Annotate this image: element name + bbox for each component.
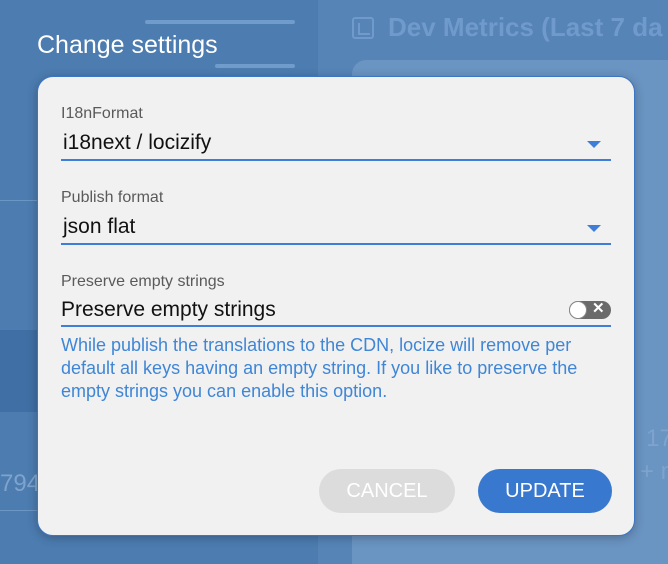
preserve-empty-toggle[interactable]: ✕ <box>569 300 611 319</box>
close-icon: ✕ <box>592 300 605 317</box>
i18n-format-field: I18nFormat i18next / locizify <box>61 105 611 161</box>
background-snippet: 17 <box>646 425 668 452</box>
settings-dialog: I18nFormat i18next / locizify Publish fo… <box>37 76 635 536</box>
preserve-empty-label: Preserve empty strings <box>61 273 225 290</box>
update-button[interactable]: UPDATE <box>478 469 612 513</box>
background-divider <box>145 20 295 24</box>
preserve-empty-helper-text: While publish the translations to the CD… <box>61 335 578 401</box>
toggle-knob <box>569 301 587 319</box>
background-divider <box>215 64 295 68</box>
publish-format-field: Publish format json flat <box>61 189 611 245</box>
cancel-button[interactable]: CANCEL <box>319 469 455 513</box>
dialog-title: Change settings <box>37 31 218 59</box>
publish-format-label: Publish format <box>61 189 164 206</box>
chart-icon <box>352 17 374 39</box>
publish-format-select[interactable]: json flat <box>61 213 611 245</box>
i18n-format-select[interactable]: i18next / locizify <box>61 129 611 161</box>
chevron-down-icon <box>587 225 601 232</box>
background-title-text: Dev Metrics (Last 7 da <box>388 12 663 42</box>
background-line <box>0 200 40 201</box>
publish-format-value: json flat <box>63 215 136 238</box>
background-title: Dev Metrics (Last 7 da <box>352 12 663 43</box>
i18n-format-value: i18next / locizify <box>63 131 212 154</box>
preserve-empty-toggle-label: Preserve empty strings <box>61 298 276 321</box>
chevron-down-icon <box>587 141 601 148</box>
background-snippet: 794 <box>0 470 41 497</box>
background-snippet: + m <box>640 458 668 485</box>
background-line <box>0 510 40 511</box>
preserve-empty-row: Preserve empty strings ✕ <box>61 295 611 327</box>
i18n-format-label: I18nFormat <box>61 105 143 122</box>
preserve-empty-field: Preserve empty strings Preserve empty st… <box>61 273 611 403</box>
